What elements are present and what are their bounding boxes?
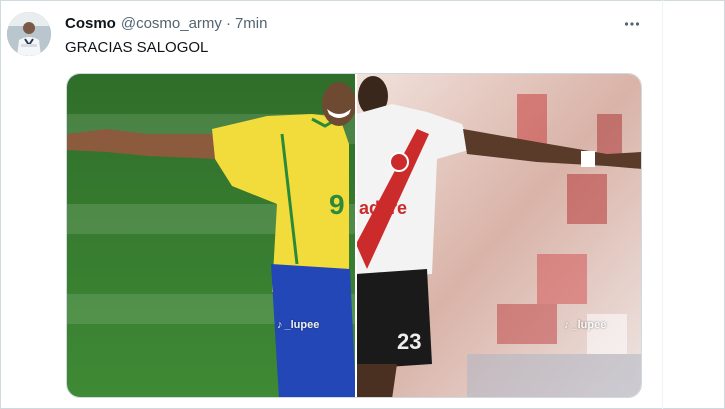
avatar[interactable] [7, 12, 51, 56]
column-divider [662, 0, 663, 409]
timestamp[interactable]: 7min [235, 14, 268, 34]
watermark-left-text: _lupee [284, 319, 320, 331]
author-handle[interactable]: @cosmo_army [121, 14, 222, 34]
tweet-media[interactable]: 9 adere 23 ♪ _lupee ♪ _lupee [66, 73, 642, 398]
left-jersey-number: 9 [329, 189, 345, 220]
tiktok-icon: ♪ [277, 319, 283, 331]
more-options-button[interactable] [620, 12, 644, 36]
author-name[interactable]: Cosmo [65, 14, 116, 34]
tweet[interactable]: Cosmo @cosmo_army · 7min GRACIAS SALOGOL [0, 0, 662, 409]
separator-dot: · [225, 15, 231, 32]
tweet-text: GRACIAS SALOGOL [65, 39, 209, 56]
watermark-left: ♪ _lupee [277, 319, 319, 331]
avatar-image [7, 12, 51, 56]
more-horizontal-icon [624, 22, 640, 26]
watermark-right-text: _lupee [571, 319, 607, 331]
right-shorts-number: 23 [397, 329, 421, 354]
media-image: 9 adere 23 [67, 74, 641, 397]
sponsor-text: adere [359, 198, 407, 218]
tweet-header: Cosmo @cosmo_army · 7min [65, 14, 267, 34]
tiktok-icon: ♪ [564, 319, 570, 331]
watermark-right: ♪ _lupee [564, 319, 606, 331]
